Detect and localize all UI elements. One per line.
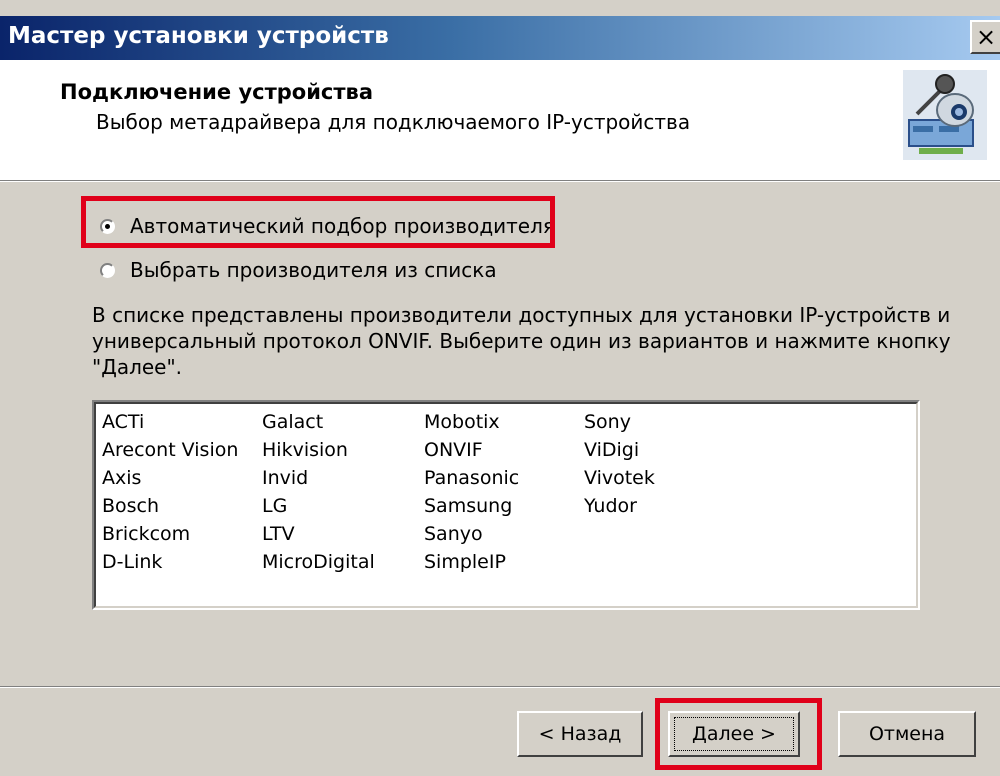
device-camera-icon: [903, 70, 987, 160]
vendor-item[interactable]: Galact: [262, 408, 375, 436]
vendor-item[interactable]: Hikvision: [262, 436, 375, 464]
vendor-item[interactable]: ViDigi: [584, 436, 655, 464]
instructions-text: В списке представлены производители дост…: [92, 303, 951, 379]
vendor-item[interactable]: Panasonic: [424, 464, 519, 492]
vendor-item[interactable]: ACTi: [102, 408, 238, 436]
vendor-list-frame: ACTi Arecont Vision Axis Bosch Brickcom …: [94, 402, 918, 608]
vendor-item[interactable]: Sony: [584, 408, 655, 436]
vendor-item[interactable]: Sanyo: [424, 520, 519, 548]
vendor-item[interactable]: Mobotix: [424, 408, 519, 436]
choose-vendor-from-list-label: Выбрать производителя из списка: [130, 258, 497, 282]
cancel-button[interactable]: Отмена: [838, 711, 976, 757]
vendor-column-3: Mobotix ONVIF Panasonic Samsung Sanyo Si…: [424, 408, 519, 576]
vendor-column-4: Sony ViDigi Vivotek Yudor: [584, 408, 655, 520]
title-bar: Мастер установки устройств ×: [0, 16, 1000, 60]
vendor-item[interactable]: SimpleIP: [424, 548, 519, 576]
vendor-list[interactable]: ACTi Arecont Vision Axis Bosch Brickcom …: [92, 400, 920, 610]
vendor-item[interactable]: LTV: [262, 520, 375, 548]
vendor-item[interactable]: Yudor: [584, 492, 655, 520]
vendor-item[interactable]: Invid: [262, 464, 375, 492]
vendor-item[interactable]: Vivotek: [584, 464, 655, 492]
vendor-item[interactable]: Brickcom: [102, 520, 238, 548]
footer-divider: [0, 686, 1000, 688]
vendor-item[interactable]: Axis: [102, 464, 238, 492]
close-button[interactable]: ×: [970, 20, 1000, 54]
page-subtitle: Выбор метадрайвера для подключаемого IP-…: [96, 110, 691, 134]
vendor-item[interactable]: D-Link: [102, 548, 238, 576]
wizard-header: Подключение устройства Выбор метадрайвер…: [0, 60, 1000, 180]
highlight-frame-auto-option: [81, 196, 555, 248]
vendor-item[interactable]: MicroDigital: [262, 548, 375, 576]
choose-vendor-from-list-radio[interactable]: Выбрать производителя из списка: [100, 258, 497, 282]
vendor-column-1: ACTi Arecont Vision Axis Bosch Brickcom …: [102, 408, 238, 576]
window-title: Мастер установки устройств: [8, 23, 389, 49]
vendor-item[interactable]: Arecont Vision: [102, 436, 238, 464]
device-setup-wizard-window: Мастер установки устройств × Подключение…: [0, 0, 1000, 776]
highlight-frame-next-button: [655, 698, 822, 770]
vendor-item[interactable]: Bosch: [102, 492, 238, 520]
vendor-item[interactable]: Samsung: [424, 492, 519, 520]
vendor-item[interactable]: LG: [262, 492, 375, 520]
back-button[interactable]: < Назад: [517, 711, 643, 757]
vendor-column-2: Galact Hikvision Invid LG LTV MicroDigit…: [262, 408, 375, 576]
vendor-item[interactable]: ONVIF: [424, 436, 519, 464]
radio-button-unchecked[interactable]: [100, 262, 115, 278]
header-divider: [0, 180, 1000, 182]
page-title: Подключение устройства: [60, 80, 374, 104]
